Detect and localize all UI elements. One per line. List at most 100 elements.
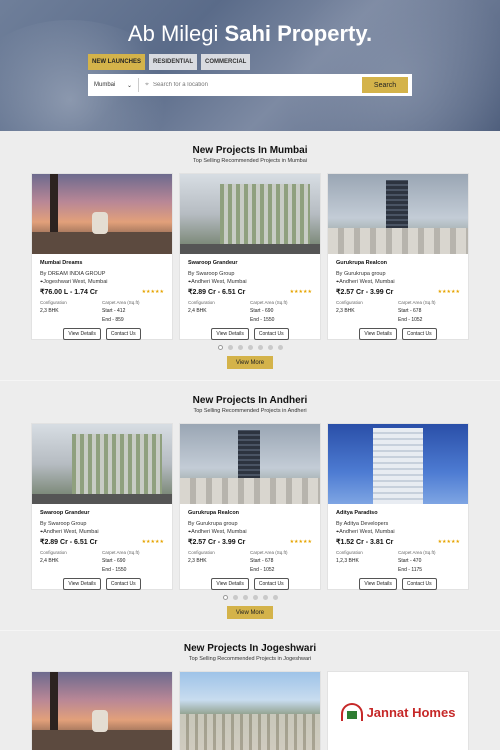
star-rating: ★★★★★	[141, 539, 164, 545]
configuration-value: 2,3 BHK	[336, 308, 355, 314]
carousel-dot[interactable]	[262, 595, 268, 600]
view-more-button[interactable]: View More	[227, 356, 273, 369]
project-card[interactable]	[179, 671, 321, 750]
carousel-dot[interactable]	[272, 595, 278, 600]
view-details-button[interactable]: View Details	[63, 578, 101, 590]
project-location: Jogeshwari West, Mumbai	[43, 279, 108, 285]
carousel-dot[interactable]	[247, 345, 253, 350]
carousel-dots	[0, 345, 500, 350]
project-image[interactable]	[32, 174, 172, 254]
carpet-area-start: Start - 678	[250, 558, 274, 564]
project-name[interactable]: Gurukrupa Realcon	[336, 260, 460, 266]
developer-name: By DREAM INDIA GROUP	[40, 271, 106, 277]
project-location: Andheri West, Mumbai	[43, 529, 99, 535]
contact-us-button[interactable]: Contact Us	[105, 578, 141, 590]
view-more-button[interactable]: View More	[227, 606, 273, 619]
location-pin-icon: ⌖	[145, 81, 149, 88]
view-details-button[interactable]: View Details	[359, 328, 397, 340]
view-details-button[interactable]: View Details	[211, 328, 249, 340]
project-image[interactable]: Jannat Homes	[328, 672, 468, 750]
contact-us-button[interactable]: Contact Us	[401, 578, 437, 590]
view-details-button[interactable]: View Details	[63, 328, 101, 340]
project-card[interactable]	[31, 671, 173, 750]
project-card[interactable]: Gurukrupa Realcon By Gurukrupa group ⌖An…	[327, 173, 469, 340]
carpet-area-label: Carpet Area (Sq.ft)	[398, 550, 436, 555]
configuration-value: 2,3 BHK	[40, 308, 59, 314]
carousel-dot[interactable]	[237, 345, 243, 350]
section-title: New Projects In Jogeshwari	[183, 643, 317, 654]
configuration-label: Configuration	[336, 550, 363, 555]
carousel-dot[interactable]	[242, 595, 248, 600]
search-button[interactable]: Search	[362, 77, 408, 93]
carousel-dot[interactable]	[252, 595, 258, 600]
project-card[interactable]: Swaroop Grandeur By Swaroop Group ⌖Andhe…	[179, 173, 321, 340]
project-image[interactable]	[328, 424, 468, 504]
section-andheri: New Projects In Andheri Top Selling Reco…	[0, 381, 500, 630]
project-name[interactable]: Swaroop Grandeur	[188, 260, 312, 266]
project-name[interactable]: Gurukrupa Realcon	[188, 510, 312, 516]
project-card[interactable]: Swaroop Grandeur By Swaroop Group ⌖Andhe…	[31, 423, 173, 590]
carpet-area-end: End - 1175	[398, 567, 423, 573]
contact-us-button[interactable]: Contact Us	[253, 328, 289, 340]
project-location: Andheri West, Mumbai	[339, 279, 395, 285]
project-cards: Mumbai Dreams By DREAM INDIA GROUP ⌖Joge…	[0, 173, 500, 340]
contact-us-button[interactable]: Contact Us	[105, 328, 141, 340]
developer-name: By Gurukrupa group	[336, 271, 386, 277]
project-card[interactable]: Jannat Homes	[327, 671, 469, 750]
divider	[138, 78, 139, 92]
project-image[interactable]	[32, 672, 172, 750]
section-mumbai: New Projects In Mumbai Top Selling Recom…	[0, 131, 500, 380]
project-price: ₹2.57 Cr - 3.99 Cr	[188, 539, 246, 546]
project-cards: Jannat Homes	[0, 671, 500, 750]
developer-name: By Gurukrupa group	[188, 521, 238, 527]
tab-new-launches[interactable]: NEW LAUNCHES	[88, 54, 145, 70]
configuration-label: Configuration	[336, 300, 363, 305]
project-location: Andheri West, Mumbai	[339, 529, 395, 535]
carpet-area-end: End - 1550	[250, 317, 275, 323]
project-location: Andheri West, Mumbai	[191, 279, 247, 285]
project-name[interactable]: Mumbai Dreams	[40, 260, 164, 266]
configuration-value: 2,4 BHK	[40, 558, 59, 564]
section-subtitle: Top Selling Recommended Projects in Mumb…	[192, 158, 308, 164]
configuration-value: 2,3 BHK	[188, 558, 207, 564]
carousel-dot[interactable]	[227, 345, 233, 350]
carousel-dot[interactable]	[217, 345, 223, 350]
chevron-down-icon: ⌄	[126, 82, 132, 89]
project-name[interactable]: Aditya Paradiso	[336, 510, 460, 516]
project-image[interactable]	[328, 174, 468, 254]
section-jogeshwari: New Projects In Jogeshwari Top Selling R…	[0, 631, 500, 750]
project-image[interactable]	[180, 174, 320, 254]
carpet-area-end: End - 1052	[398, 317, 423, 323]
carousel-dot[interactable]	[222, 595, 228, 600]
project-image[interactable]	[180, 672, 320, 750]
hero-title-prefix: Ab Milegi	[127, 21, 219, 46]
tab-commercial[interactable]: COMMERCIAL	[201, 54, 251, 70]
carousel-dot[interactable]	[257, 345, 263, 350]
project-card[interactable]: Gurukrupa Realcon By Gurukrupa group ⌖An…	[179, 423, 321, 590]
carpet-area-label: Carpet Area (Sq.ft)	[250, 550, 288, 555]
carpet-area-end: End - 1550	[102, 567, 127, 573]
search-input[interactable]	[152, 82, 343, 88]
carousel-dot[interactable]	[232, 595, 238, 600]
hero-title-bold: Sahi Property.	[224, 21, 373, 46]
view-details-button[interactable]: View Details	[359, 578, 397, 590]
carousel-dot[interactable]	[267, 345, 273, 350]
tab-residential[interactable]: RESIDENTIAL	[149, 54, 198, 70]
section-subtitle: Top Selling Recommended Projects in Andh…	[193, 408, 307, 414]
logo-text: Jannat Homes	[366, 704, 456, 720]
view-details-button[interactable]: View Details	[211, 578, 249, 590]
contact-us-button[interactable]: Contact Us	[253, 578, 289, 590]
project-image[interactable]	[32, 424, 172, 504]
project-card[interactable]: Mumbai Dreams By DREAM INDIA GROUP ⌖Joge…	[31, 173, 173, 340]
city-select[interactable]: Mumbai ⌄	[88, 82, 138, 89]
carpet-area-start: Start - 470	[398, 558, 422, 564]
project-card[interactable]: Aditya Paradiso By Aditya Developers ⌖An…	[327, 423, 469, 590]
project-name[interactable]: Swaroop Grandeur	[40, 510, 164, 516]
star-rating: ★★★★★	[437, 539, 460, 545]
contact-us-button[interactable]: Contact Us	[401, 328, 437, 340]
city-select-value: Mumbai	[94, 81, 116, 88]
project-price: ₹2.89 Cr - 6.51 Cr	[188, 289, 246, 296]
section-title: New Projects In Andheri	[192, 395, 308, 406]
carousel-dot[interactable]	[277, 345, 283, 350]
project-image[interactable]	[180, 424, 320, 504]
